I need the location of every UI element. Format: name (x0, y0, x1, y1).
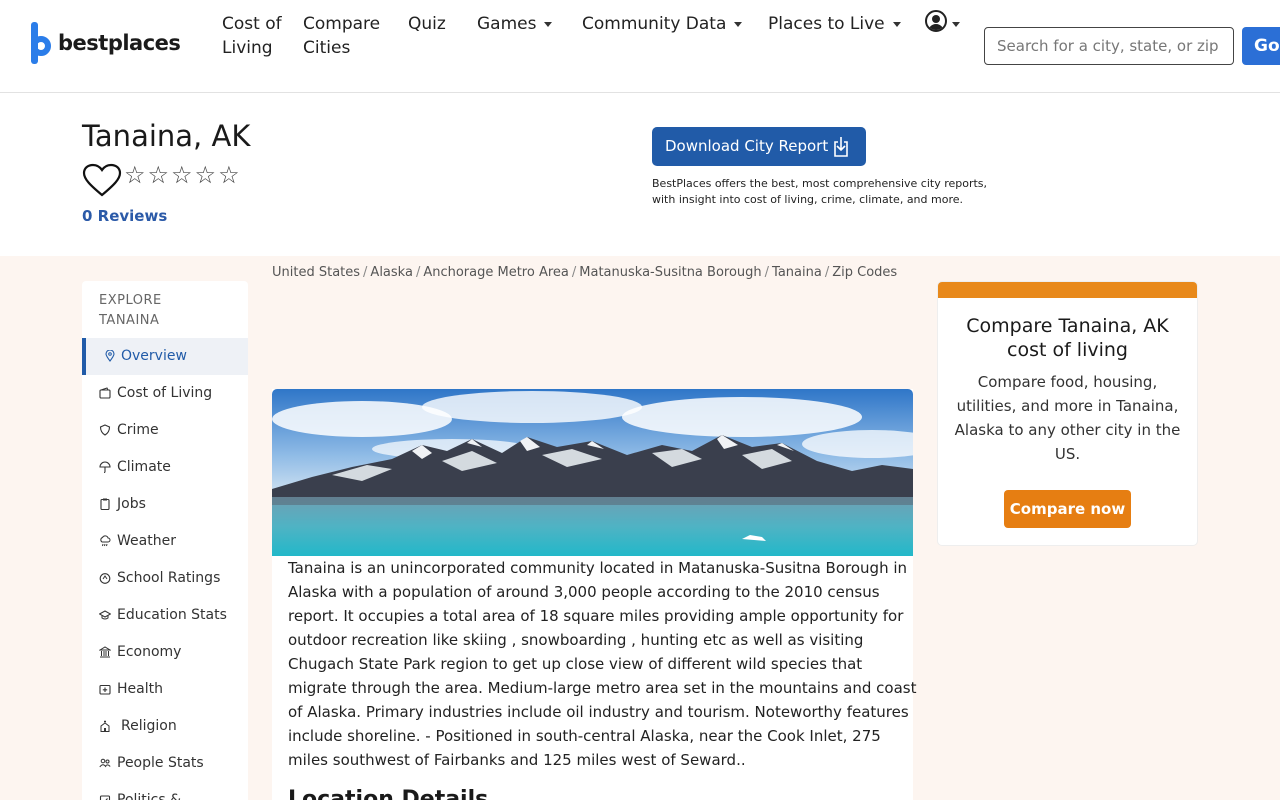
wallet-icon (99, 387, 111, 399)
sidebar-item-label: Politics & (117, 792, 182, 800)
sidebar-item-label: Climate (117, 459, 171, 475)
go-button[interactable]: Go (1242, 27, 1280, 65)
rating-stars[interactable]: ☆☆☆☆☆ (124, 161, 242, 189)
church-icon (100, 720, 110, 732)
sidebar-item-climate[interactable]: Climate (82, 449, 248, 486)
nav-quiz[interactable]: Quiz (408, 12, 446, 36)
ad-placeholder (272, 290, 913, 386)
city-hero-image (272, 389, 913, 556)
sidebar-item-economy[interactable]: Economy (82, 634, 248, 671)
city-description: Tanaina is an unincorporated community l… (288, 559, 917, 769)
breadcrumb-link[interactable]: Zip Codes (832, 265, 897, 280)
compare-cost-card: Compare Tanaina, AK cost of living Compa… (937, 281, 1198, 546)
breadcrumb-separator: / (363, 265, 368, 280)
sidebar-item-label: Economy (117, 644, 182, 660)
breadcrumb-link[interactable]: Anchorage Metro Area (423, 265, 569, 280)
nav-cost-of-living[interactable]: Cost of Living (222, 12, 282, 60)
graduation-cap-icon (99, 610, 111, 620)
sidebar-item-cost-of-living[interactable]: Cost of Living (82, 375, 248, 412)
reviews-link[interactable]: 0 Reviews (82, 207, 167, 225)
search-input[interactable] (984, 27, 1234, 65)
chevron-down-icon[interactable] (952, 22, 960, 27)
sidebar-item-label: Cost of Living (117, 385, 213, 401)
sidebar-item-school-ratings[interactable]: School Ratings (82, 560, 248, 597)
page-title: Tanaina, AK (82, 119, 251, 153)
bank-icon (99, 646, 111, 658)
city-overview-content: Tanaina is an unincorporated community l… (272, 389, 916, 800)
sidebar-item-label: Religion (121, 718, 177, 734)
logo-mark-icon (30, 22, 52, 64)
nav-places-to-live-label: Places to Live (768, 14, 885, 34)
nav-games-label: Games (477, 14, 537, 34)
city-title-band: Tanaina, AK ☆☆☆☆☆ 0 Reviews Download Cit… (0, 93, 1280, 256)
shield-icon (99, 424, 111, 436)
sidebar-heading: EXPLORE TANAINA (99, 293, 162, 328)
breadcrumb: United States / Alaska / Anchorage Metro Are… (272, 265, 897, 280)
pin-icon (105, 350, 115, 362)
chevron-down-icon (544, 21, 553, 27)
sidebar-item-label: Crime (117, 422, 159, 438)
compare-now-button[interactable]: Compare now (1004, 490, 1131, 528)
nav-games[interactable]: Games (477, 12, 553, 36)
nav-places-to-live[interactable]: Places to Live (768, 12, 901, 36)
download-description: BestPlaces offers the best, most compreh… (652, 177, 988, 206)
sidebar-item-education-stats[interactable]: Education Stats (82, 597, 248, 634)
umbrella-icon (99, 461, 111, 473)
sidebar-item-label: Education Stats (117, 607, 227, 623)
breadcrumb-separator: / (824, 265, 830, 280)
nav-community-data[interactable]: Community Data (582, 12, 743, 36)
logo-text: bestplaces (58, 31, 181, 55)
chevron-down-icon (892, 21, 901, 27)
sidebar-item-label: Overview (121, 348, 187, 364)
sidebar-item-label: Health (117, 681, 163, 697)
sidebar-item-health[interactable]: Health (82, 671, 248, 708)
user-account-icon[interactable] (925, 10, 947, 32)
sidebar-item-label: People Stats (117, 755, 204, 771)
sidebar-item-label: Weather (117, 533, 176, 549)
card-accent-bar (938, 282, 1197, 298)
sidebar-item-religion[interactable]: Religion (82, 708, 248, 745)
clipboard-icon (100, 498, 110, 510)
sidebar-item-people-stats[interactable]: People Stats (82, 745, 248, 782)
sidebar-item-politics[interactable]: Politics & (82, 782, 248, 800)
download-icon (834, 137, 848, 157)
medical-kit-icon (99, 684, 111, 695)
sidebar-item-overview[interactable]: Overview (82, 338, 248, 375)
nav-compare-cities[interactable]: Compare Cities (303, 12, 393, 60)
explore-sidebar: EXPLORE TANAINA Overview Cost of Living … (82, 281, 248, 800)
site-header: bestplaces Cost of Living Compare Cities… (0, 0, 1280, 93)
cloud-rain-icon (100, 535, 111, 547)
heart-icon[interactable] (82, 163, 122, 197)
sidebar-item-label: School Ratings (117, 570, 221, 586)
compare-card-text: Compare food, housing, utilities, and mo… (954, 373, 1181, 463)
location-details-heading: Location Details (288, 787, 489, 800)
breadcrumb-separator: / (764, 265, 770, 280)
sidebar-item-label: Jobs (117, 496, 146, 512)
bestplaces-logo[interactable]: bestplaces (30, 22, 181, 64)
breadcrumb-link[interactable]: Matanuska-Susitna Borough (579, 265, 761, 280)
sidebar-item-crime[interactable]: Crime (82, 412, 248, 449)
download-city-report-button[interactable]: Download City Report (652, 127, 866, 166)
grade-icon (99, 573, 111, 584)
breadcrumb-link[interactable]: Tanaina (772, 265, 822, 280)
chevron-down-icon (734, 21, 743, 27)
breadcrumb-link[interactable]: Alaska (370, 265, 413, 280)
breadcrumb-link[interactable]: United States (272, 265, 360, 280)
nav-community-data-label: Community Data (582, 14, 727, 34)
compare-card-title: Compare Tanaina, AK cost of living (966, 315, 1169, 361)
breadcrumb-separator: / (571, 265, 577, 280)
sidebar-item-jobs[interactable]: Jobs (82, 486, 248, 523)
people-icon (99, 758, 111, 768)
vote-icon (99, 795, 111, 800)
sidebar-item-weather[interactable]: Weather (82, 523, 248, 560)
download-button-label: Download City Report (665, 137, 829, 155)
breadcrumb-separator: / (415, 265, 421, 280)
